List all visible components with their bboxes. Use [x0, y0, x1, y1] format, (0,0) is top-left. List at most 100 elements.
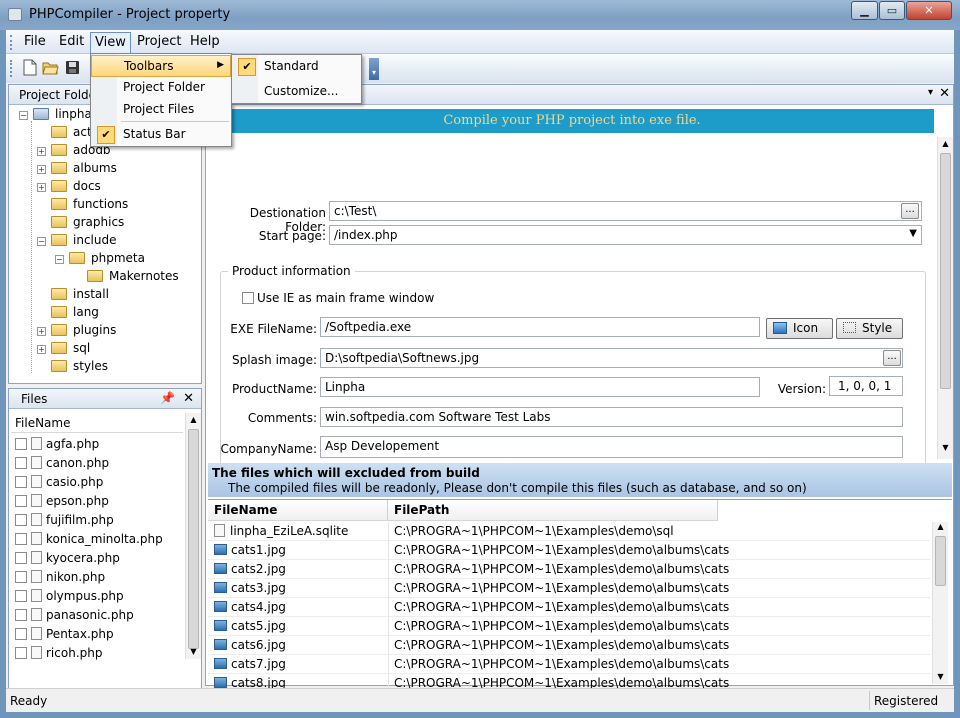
- file-checkbox[interactable]: [15, 590, 27, 602]
- tree-node[interactable]: plugins: [51, 323, 116, 341]
- tree-node[interactable]: Makernotes: [87, 269, 179, 287]
- expand-icon[interactable]: +: [37, 183, 46, 192]
- tree-node[interactable]: include: [51, 233, 116, 251]
- menu-edit[interactable]: Edit: [55, 34, 88, 52]
- new-button[interactable]: [21, 59, 38, 76]
- menu-item-project-files[interactable]: Project Files: [91, 99, 231, 121]
- toolbar-grip[interactable]: [10, 60, 13, 77]
- file-list-item[interactable]: panasonic.php: [15, 608, 134, 627]
- minimize-button[interactable]: ▁: [851, 1, 878, 20]
- tree-node[interactable]: sql: [51, 341, 90, 359]
- file-checkbox[interactable]: [15, 438, 27, 450]
- file-list-item[interactable]: fujifilm.php: [15, 513, 114, 532]
- folder-icon: [51, 180, 67, 192]
- companyname-field[interactable]: Asp Developement: [320, 436, 903, 458]
- table-row[interactable]: cats4.jpg C:\PROGRA~1\PHPCOM~1\Examples\d…: [208, 598, 930, 617]
- file-list-item[interactable]: epson.php: [15, 494, 109, 513]
- productname-field[interactable]: Linpha: [320, 377, 760, 397]
- icon-button[interactable]: Icon: [766, 318, 833, 339]
- use-ie-checkbox[interactable]: Use IE as main frame window: [242, 291, 434, 305]
- file-list-item[interactable]: agfa.php: [15, 437, 99, 456]
- file-list-item[interactable]: ricoh.php: [15, 646, 102, 665]
- file-checkbox[interactable]: [15, 514, 27, 526]
- property-vertical-scrollbar[interactable]: ▲ ▼: [937, 137, 953, 459]
- file-list-item[interactable]: casio.php: [15, 475, 103, 494]
- destination-field[interactable]: c:\Test\: [329, 201, 922, 221]
- menu-item-customize[interactable]: Customize...: [232, 81, 361, 103]
- collapse-icon[interactable]: −: [19, 111, 28, 120]
- tree-node[interactable]: graphics: [51, 215, 124, 233]
- expand-icon[interactable]: +: [37, 147, 46, 156]
- tree-node[interactable]: docs: [51, 179, 101, 197]
- tree-node[interactable]: phpmeta: [69, 251, 145, 269]
- expand-icon[interactable]: +: [37, 165, 46, 174]
- file-checkbox[interactable]: [15, 571, 27, 583]
- file-checkbox[interactable]: [15, 628, 27, 640]
- table-row[interactable]: cats5.jpg C:\PROGRA~1\PHPCOM~1\Examples\d…: [208, 617, 930, 636]
- file-list-item[interactable]: konica_minolta.php: [15, 532, 163, 551]
- view-menu-dropdown: Toolbars ▶ Project Folder Project Files …: [90, 53, 232, 147]
- file-list-item[interactable]: kyocera.php: [15, 551, 120, 570]
- menu-item-standard[interactable]: ✔ Standard: [232, 56, 361, 78]
- tree-node[interactable]: install: [51, 287, 109, 305]
- splash-browse-button[interactable]: ...: [883, 350, 901, 366]
- file-list-item[interactable]: olympus.php: [15, 589, 124, 608]
- save-button[interactable]: [64, 59, 81, 76]
- file-checkbox[interactable]: [15, 609, 27, 621]
- exe-filename-field[interactable]: /Softpedia.exe: [320, 317, 760, 337]
- close-document-icon[interactable]: ✕: [939, 86, 950, 101]
- file-checkbox[interactable]: [15, 476, 27, 488]
- close-files-pane-icon[interactable]: ✕: [183, 391, 194, 406]
- column-filename[interactable]: FileName: [208, 500, 388, 521]
- collapse-icon[interactable]: −: [55, 255, 64, 264]
- menubar-grip[interactable]: [10, 35, 13, 50]
- tree-node[interactable]: styles: [51, 359, 108, 377]
- table-row[interactable]: cats2.jpg C:\PROGRA~1\PHPCOM~1\Examples\d…: [208, 560, 930, 579]
- file-list-item[interactable]: canon.php: [15, 456, 109, 475]
- file-list-item[interactable]: nikon.php: [15, 570, 105, 589]
- maximize-button[interactable]: ▭: [879, 1, 905, 20]
- file-checkbox[interactable]: [15, 533, 27, 545]
- close-button[interactable]: ✕: [906, 1, 952, 20]
- file-checkbox[interactable]: [15, 457, 27, 469]
- menu-help[interactable]: Help: [186, 34, 224, 52]
- folder-icon: [51, 360, 67, 372]
- menu-item-status-bar[interactable]: ✔ Status Bar: [91, 124, 231, 146]
- open-button[interactable]: [42, 59, 59, 76]
- style-button[interactable]: Style: [836, 318, 903, 339]
- table-row[interactable]: linpha_EziLeA.sqlite C:\PROGRA~1\PHPCOM~1…: [208, 522, 930, 541]
- files-column-header[interactable]: FileName: [11, 413, 183, 433]
- collapse-icon[interactable]: −: [37, 237, 46, 246]
- column-filepath[interactable]: FilePath: [388, 500, 718, 521]
- table-row[interactable]: cats1.jpg C:\PROGRA~1\PHPCOM~1\Examples\d…: [208, 541, 930, 560]
- menu-item-toolbars[interactable]: Toolbars ▶: [91, 55, 231, 77]
- menu-project[interactable]: Project: [133, 34, 185, 52]
- file-checkbox[interactable]: [15, 495, 27, 507]
- comments-field[interactable]: win.softpedia.com Software Test Labs: [320, 407, 903, 427]
- table-row[interactable]: cats3.jpg C:\PROGRA~1\PHPCOM~1\Examples\d…: [208, 579, 930, 598]
- tree-node[interactable]: lang: [51, 305, 99, 323]
- menu-view[interactable]: View: [90, 32, 131, 54]
- grid-vertical-scrollbar[interactable]: ▲ ▼: [932, 522, 948, 684]
- tree-node[interactable]: linpha: [33, 107, 92, 125]
- file-checkbox[interactable]: [15, 647, 27, 659]
- menu-item-project-folder[interactable]: Project Folder: [91, 77, 231, 99]
- files-vertical-scrollbar[interactable]: ▲ ▼: [185, 413, 201, 659]
- table-row[interactable]: cats7.jpg C:\PROGRA~1\PHPCOM~1\Examples\d…: [208, 655, 930, 674]
- start-page-select[interactable]: /index.php ▼: [329, 225, 922, 245]
- file-list-item[interactable]: Pentax.php: [15, 627, 114, 646]
- destination-browse-button[interactable]: ...: [901, 203, 919, 219]
- menu-file[interactable]: File: [20, 34, 50, 52]
- toolbar-overflow-button[interactable]: ▾: [369, 58, 379, 80]
- table-row[interactable]: cats6.jpg C:\PROGRA~1\PHPCOM~1\Examples\d…: [208, 636, 930, 655]
- file-checkbox[interactable]: [15, 552, 27, 564]
- expand-icon[interactable]: +: [37, 327, 46, 336]
- pin-icon[interactable]: 📌: [160, 391, 175, 405]
- expand-icon[interactable]: +: [37, 345, 46, 354]
- title-bar[interactable]: PHPCompiler - Project property ▁ ▭ ✕: [0, 0, 960, 30]
- tab-list-dropdown-icon[interactable]: ▾: [928, 87, 933, 98]
- tree-node[interactable]: albums: [51, 161, 117, 179]
- version-field[interactable]: 1, 0, 0, 1: [829, 376, 903, 396]
- splash-image-field[interactable]: D:\softpedia\Softnews.jpg: [320, 348, 903, 368]
- tree-node[interactable]: functions: [51, 197, 128, 215]
